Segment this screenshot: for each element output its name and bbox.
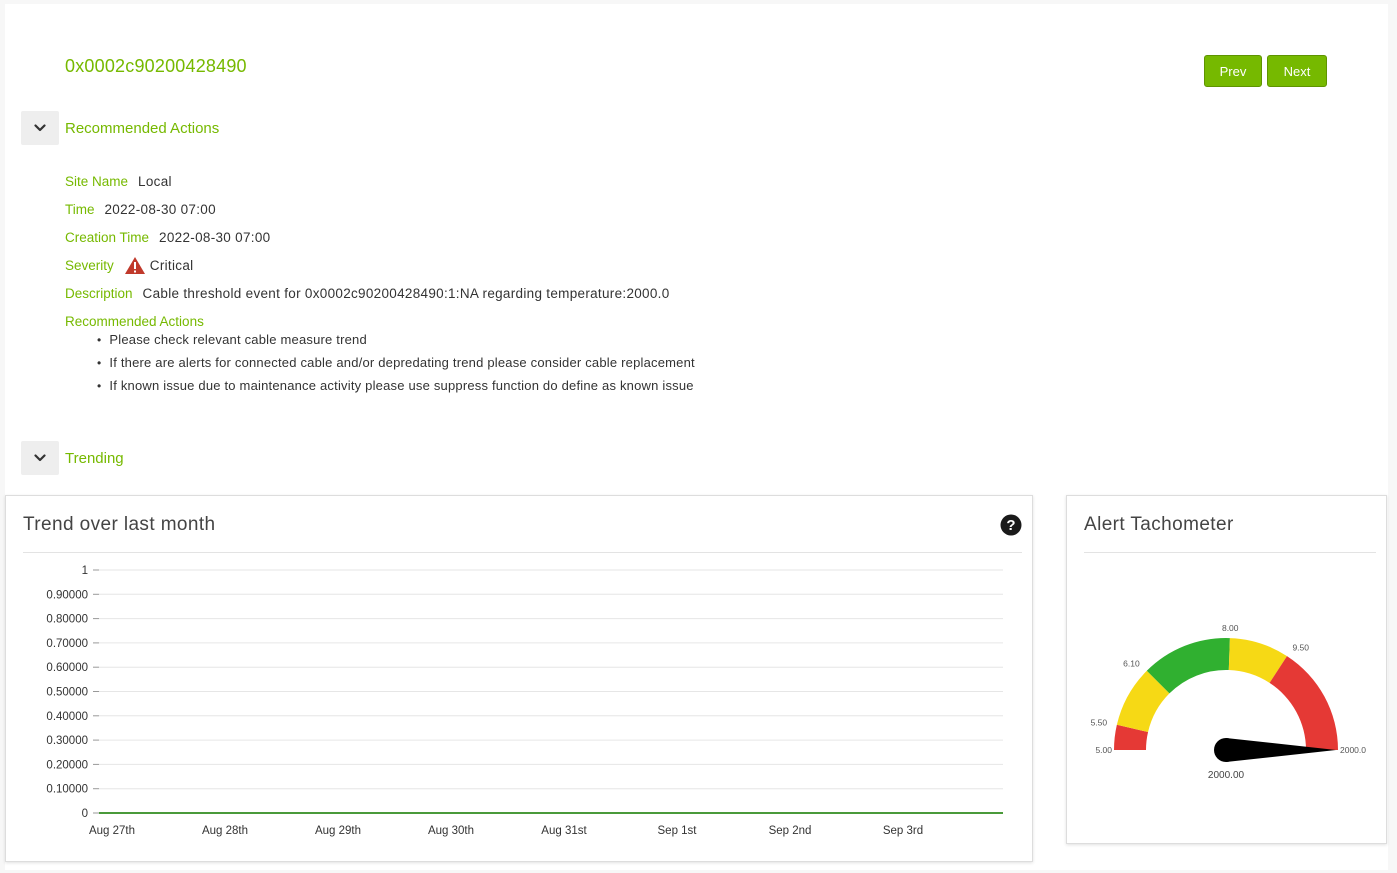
x-tick-label: Sep 2nd: [769, 825, 812, 837]
chevron-down-icon: [34, 124, 46, 132]
x-tick-label: Aug 30th: [428, 825, 474, 837]
field-label: Site Name: [65, 173, 129, 189]
trend-panel: Trend over last month ? 0 0.10000 0.20000 0…: [5, 495, 1033, 862]
gauge-needle-hub: [1214, 738, 1238, 762]
gauge-value-label: 2000.00: [1208, 770, 1245, 781]
gauge-tick-label: 2000.0: [1340, 745, 1366, 755]
field-label: Description: [65, 285, 133, 301]
field-value: Local: [138, 173, 172, 189]
gauge-band: [1269, 656, 1338, 750]
gauge-tick-label: 9.50: [1292, 643, 1309, 653]
x-tick-label: Aug 28th: [202, 825, 248, 837]
data-point: [450, 812, 452, 814]
field-label: Recommended Actions: [65, 313, 204, 329]
y-tick-label: 0.60000: [46, 662, 88, 674]
field-value: 2022-08-30 07:00: [104, 201, 216, 217]
chevron-down-icon: [34, 454, 46, 462]
x-tick-label: Aug 27th: [89, 825, 135, 837]
field-time: Time 2022-08-30 07:00: [65, 195, 670, 223]
x-tick-label: Aug 31st: [541, 825, 587, 837]
data-point: [789, 812, 791, 814]
trend-panel-title: Trend over last month: [23, 514, 216, 535]
y-tick-label: 0: [82, 808, 88, 820]
list-item: Please check relevant cable measure tren…: [97, 328, 695, 351]
field-creation-time: Creation Time 2022-08-30 07:00: [65, 223, 670, 251]
data-point: [563, 812, 565, 814]
data-point: [337, 812, 339, 814]
question-circle-icon[interactable]: ?: [1000, 514, 1022, 536]
field-value: 2022-08-30 07:00: [159, 229, 271, 245]
warning-triangle-icon: [124, 256, 145, 274]
y-tick-label: 0.30000: [46, 735, 88, 747]
prev-button[interactable]: Prev: [1204, 55, 1262, 87]
data-point: [676, 812, 678, 814]
x-tick-label: Sep 3rd: [883, 825, 923, 837]
next-button[interactable]: Next: [1267, 55, 1327, 87]
x-tick-label: Sep 1st: [658, 825, 698, 837]
recommended-actions-title: Recommended Actions: [65, 119, 220, 137]
panel-divider: [23, 552, 1022, 553]
tachometer-panel: Alert Tachometer 5.00 5.50 6.10 8.00 9.50 200…: [1066, 495, 1387, 844]
alert-details-page: 0x0002c90200428490 Prev Next Recommended…: [5, 4, 1388, 870]
y-tick-label: 0.50000: [46, 687, 88, 699]
alert-tachometer-gauge: 5.00 5.50 6.10 8.00 9.50 2000.0 2000.00: [1091, 623, 1367, 781]
data-point: [902, 812, 904, 814]
list-item: If there are alerts for connected cable …: [97, 351, 695, 374]
trending-title: Trending: [65, 449, 124, 467]
gauge-tick-label: 5.50: [1091, 718, 1108, 728]
field-site-name: Site Name Local: [65, 167, 670, 195]
y-tick-label: 0.90000: [46, 589, 88, 601]
list-item: If known issue due to maintenance activi…: [97, 374, 695, 397]
tachometer-panel-title: Alert Tachometer: [1084, 514, 1234, 535]
y-tick-label: 0.10000: [46, 784, 88, 796]
field-label: Severity: [65, 257, 114, 273]
y-tick-label: 0.20000: [46, 759, 88, 771]
svg-text:?: ?: [1006, 517, 1015, 534]
panel-divider: [1084, 552, 1376, 553]
recommended-actions-header: Recommended Actions: [21, 111, 219, 145]
field-severity: Severity Critical: [65, 251, 670, 279]
device-guid-title: 0x0002c90200428490: [65, 56, 247, 76]
gauge-tick-label: 8.00: [1222, 623, 1239, 633]
alert-fields: Site Name Local Time 2022-08-30 07:00 Cr…: [65, 167, 670, 335]
trending-toggle[interactable]: [21, 441, 59, 475]
trend-line-chart: 0 0.10000 0.20000 0.30000 0.40000 0.50000 0.60…: [46, 565, 1003, 837]
severity-value: Critical: [149, 257, 194, 273]
x-tick-label: Aug 29th: [315, 825, 361, 837]
y-tick-label: 0.80000: [46, 614, 88, 626]
field-value: Cable threshold event for 0x0002c9020042…: [142, 285, 670, 301]
field-description: Description Cable threshold event for 0x…: [65, 279, 670, 307]
recommended-actions-list: Please check relevant cable measure tren…: [97, 328, 695, 397]
y-tick-label: 0.40000: [46, 711, 88, 723]
y-tick-label: 1: [82, 565, 88, 577]
gauge-tick-label: 5.00: [1095, 745, 1112, 755]
recommended-actions-toggle[interactable]: [21, 111, 59, 145]
field-label: Time: [65, 201, 95, 217]
data-point: [224, 812, 226, 814]
trending-header: Trending: [21, 441, 124, 475]
data-point: [111, 812, 113, 814]
field-label: Creation Time: [65, 229, 150, 245]
y-tick-label: 0.70000: [46, 638, 88, 650]
gauge-tick-label: 6.10: [1123, 659, 1140, 669]
